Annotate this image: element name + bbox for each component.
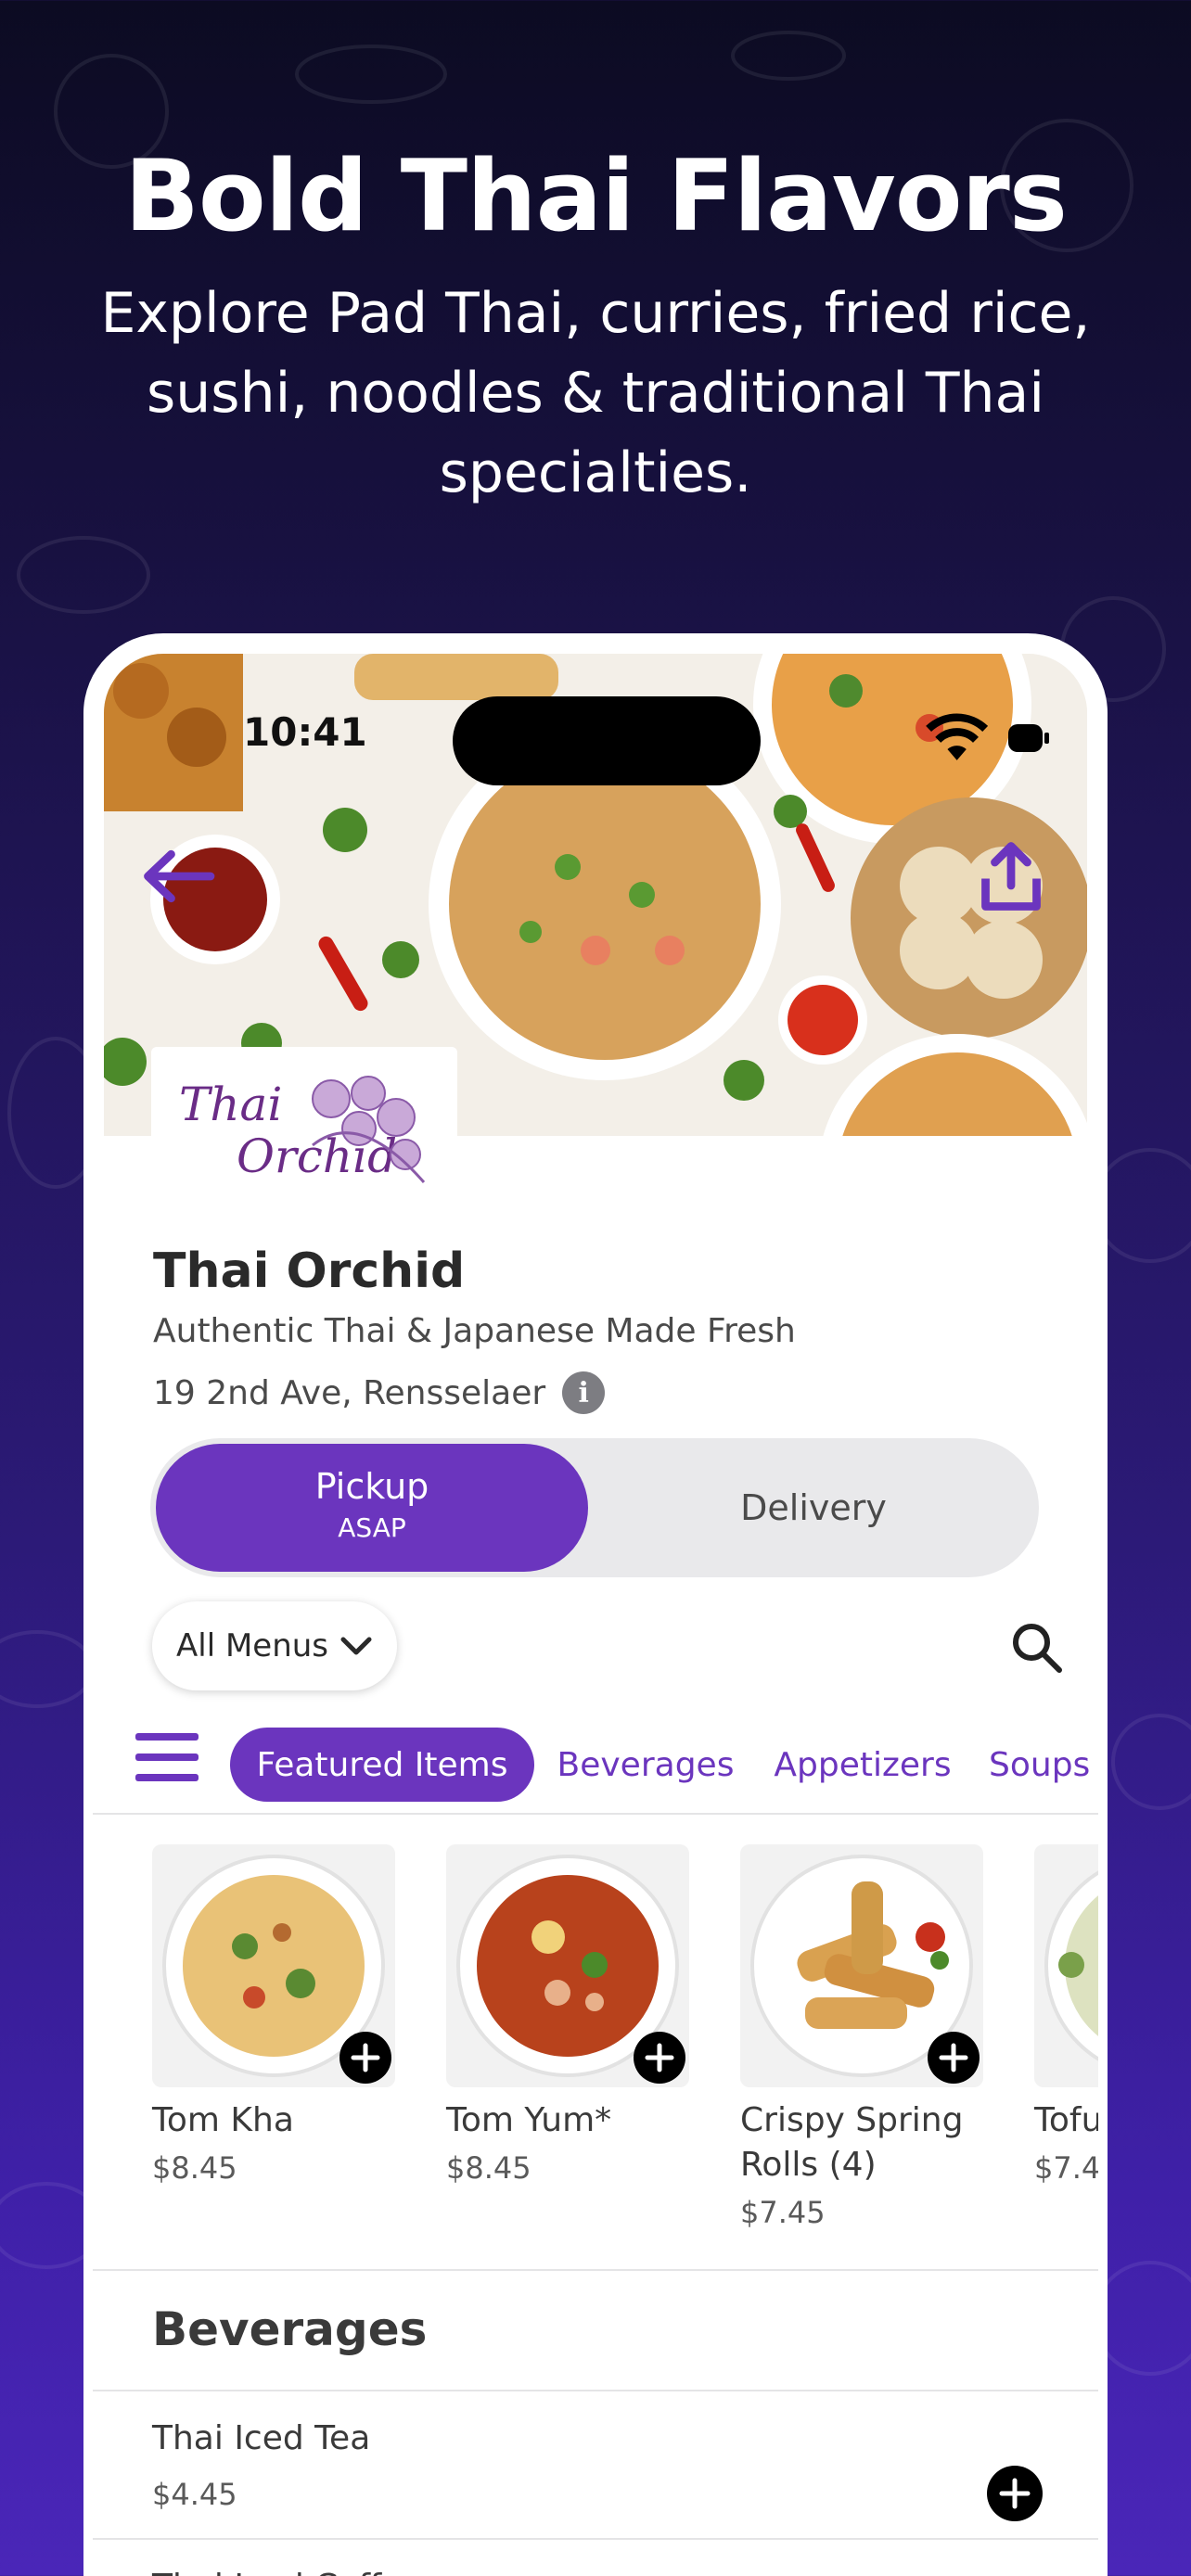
- search-button[interactable]: [1007, 1618, 1067, 1677]
- menu-select-label: All Menus: [175, 1627, 329, 1664]
- tab-soups[interactable]: Soups: [989, 1728, 1098, 1802]
- tab-featured-items[interactable]: Featured Items: [230, 1728, 534, 1802]
- featured-item-price: $7.45: [740, 2195, 826, 2230]
- tom-kha-image: [152, 1844, 395, 2087]
- featured-item-card[interactable]: Crispy Spring Rolls (4) $7.45: [740, 1844, 983, 2230]
- add-to-cart-icon[interactable]: [634, 2032, 685, 2084]
- featured-items-carousel: Tom Kha $8.45 Tom Yum* $8.45 Crispy Spri…: [93, 1844, 1098, 2271]
- status-icons: [924, 713, 1049, 763]
- pickup-option[interactable]: Pickup ASAP: [156, 1444, 588, 1572]
- address-text: 19 2nd Ave, Rensselaer: [153, 1373, 546, 1412]
- all-menus-dropdown[interactable]: All Menus: [152, 1601, 397, 1690]
- chevron-down-icon: [340, 1637, 372, 1655]
- featured-item-name: Tom Yum*: [446, 2101, 612, 2139]
- featured-item-name: Crispy Spring Rolls (4): [740, 2101, 964, 2184]
- hamburger-menu-icon[interactable]: [135, 1733, 198, 1789]
- tab-beverages[interactable]: Beverages: [553, 1728, 738, 1802]
- share-button[interactable]: [974, 839, 1048, 913]
- info-icon[interactable]: i: [562, 1371, 606, 1414]
- search-icon: [1013, 1624, 1062, 1673]
- category-bar: Featured Items Beverages Appetizers Soup…: [93, 1713, 1098, 1815]
- restaurant-name: Thai Orchid: [153, 1243, 466, 1299]
- section-title: Beverages: [152, 2302, 428, 2356]
- menu-item-name: Thai Iced Tea: [152, 2419, 371, 2457]
- orchid-flower-icon: [312, 1076, 426, 1183]
- promo-subline: Explore Pad Thai, curries, fried rice, s…: [100, 281, 1091, 505]
- featured-item-price: $8.45: [152, 2150, 237, 2186]
- add-to-cart-icon[interactable]: [928, 2032, 980, 2084]
- share-icon: [981, 842, 1041, 911]
- menu-item-name: Thai Iced Coffee: [152, 2568, 422, 2576]
- restaurant-address: 19 2nd Ave, Rensselaer i: [153, 1371, 606, 1414]
- status-time: 10:41: [243, 709, 367, 755]
- menu-item-price: $4.45: [152, 2477, 237, 2512]
- phone-frame: 10:41 Thai Orchid Thai Orchid Authentic …: [93, 643, 1098, 2576]
- restaurant-logo: Thai Orchid: [151, 1047, 457, 1214]
- add-to-cart-icon[interactable]: [339, 2032, 391, 2084]
- featured-item-price: $7.45: [1034, 2150, 1098, 2186]
- spring-rolls-image: [740, 1844, 983, 2087]
- menu-list-item[interactable]: Thai Iced Tea $4.45: [93, 2391, 1098, 2540]
- back-button[interactable]: [141, 839, 215, 913]
- featured-item-card[interactable]: Tom Yum* $8.45: [446, 1844, 689, 2186]
- featured-item-card[interactable]: Tofu $7.45: [1034, 1844, 1098, 2186]
- wifi-icon: [926, 713, 989, 760]
- section-beverages: Beverages: [93, 2271, 1098, 2391]
- dynamic-island: [453, 696, 761, 785]
- delivery-option[interactable]: Delivery: [596, 1438, 1031, 1577]
- featured-item-card[interactable]: Tom Kha $8.45: [152, 1844, 395, 2186]
- menu-list-item[interactable]: Thai Iced Coffee: [93, 2540, 1098, 2576]
- add-to-cart-icon[interactable]: [987, 2466, 1043, 2521]
- back-arrow-icon: [144, 849, 215, 903]
- tom-yum-image: [446, 1844, 689, 2087]
- featured-item-name: Tom Kha: [152, 2101, 294, 2139]
- battery-icon: [1008, 724, 1049, 753]
- order-mode-toggle: Pickup ASAP Delivery: [150, 1438, 1039, 1577]
- tofu-soup-image: [1034, 1844, 1098, 2087]
- featured-item-name: Tofu: [1034, 2101, 1098, 2139]
- promo-headline: Bold Thai Flavors: [124, 139, 1068, 253]
- restaurant-tagline: Authentic Thai & Japanese Made Fresh: [153, 1312, 796, 1350]
- featured-item-price: $8.45: [446, 2150, 531, 2186]
- tab-appetizers[interactable]: Appetizers: [761, 1728, 965, 1802]
